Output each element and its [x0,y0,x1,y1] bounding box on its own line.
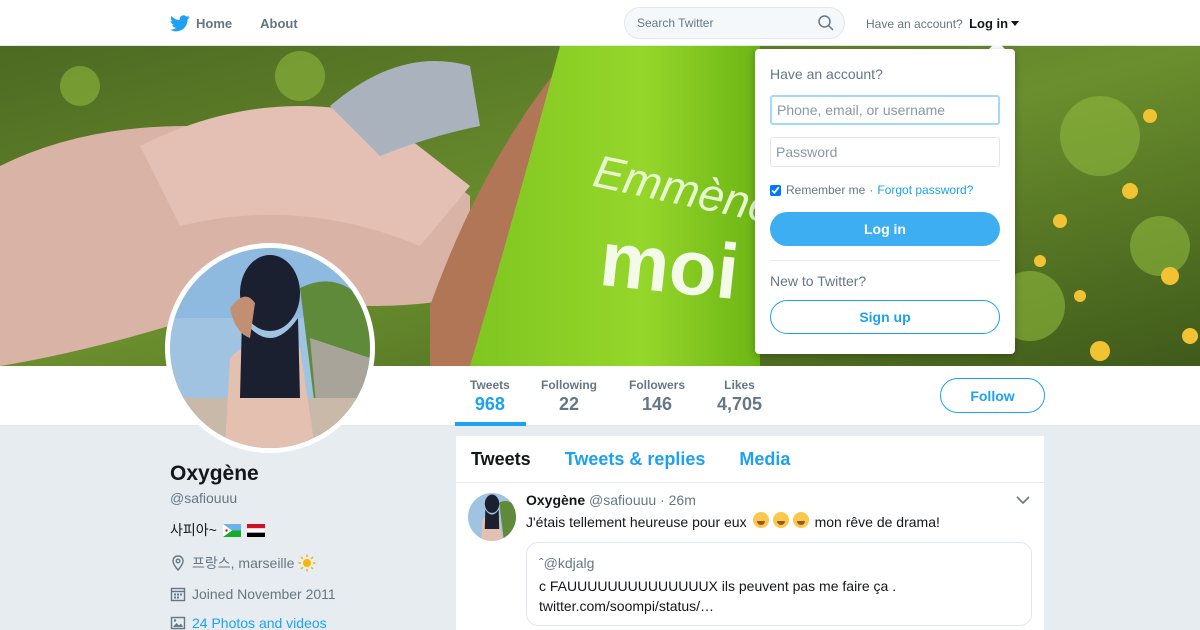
nav-home-label: Home [196,15,233,31]
profile-name[interactable]: Oxygène [170,462,430,486]
remember-separator: · [869,183,874,197]
username-field[interactable] [770,95,1000,125]
stat-tweets-value: 968 [474,394,505,414]
photo-icon [170,616,186,630]
active-stat-underline [455,422,526,426]
bottle-text-line2: moi [596,214,743,316]
login-link-label: Log in [969,16,1009,31]
profile-location-text: 프랑스, marseille [192,555,295,571]
caret-down-icon [1011,21,1020,26]
location-pin-icon [172,555,184,571]
crying-emoji-icon [751,512,811,531]
stat-followers-label: Followers [629,378,686,392]
stat-following-value: 22 [558,394,580,414]
nav-left: Home About [170,0,326,46]
remember-me-checkbox[interactable] [770,184,781,196]
twitter-bird-icon [170,14,190,31]
tweet-avatar-image [468,493,516,541]
tweet-avatar[interactable] [468,493,516,541]
profile-handle[interactable]: @safiouuu [170,490,430,506]
tweet-header: Oxygène @safiouuu · 26m [526,492,696,508]
timeline: Tweets Tweets & replies Media Oxygène @s… [456,436,1044,630]
tweet-author-handle[interactable]: @safiouuu [589,492,656,508]
profile-photos-text: 24 Photos and videos [192,615,327,630]
tweet-author-name[interactable]: Oxygène [526,492,585,508]
tweet[interactable]: Oxygène @safiouuu · 26m J'étais tellemen… [456,483,1044,630]
stat-following-label: Following [541,378,597,392]
search-input[interactable] [625,8,805,38]
tweet-text-before: J'étais tellement heureuse pour eux [526,513,747,530]
profile-bio-text: 사피아~ [170,522,217,538]
signup-button[interactable]: Sign up [770,300,1000,334]
profile-joined-text: Joined November 2011 [192,586,336,602]
profile-avatar[interactable] [165,243,375,453]
login-button[interactable]: Log in [770,212,1000,246]
dropdown-divider [770,260,1000,261]
stat-followers[interactable]: Followers 146 [629,378,685,415]
profile-joined: Joined November 2011 [170,586,430,602]
search-box [624,7,845,39]
tab-tweets[interactable]: Tweets [471,449,531,470]
tweet-timestamp[interactable]: · 26m [660,492,696,508]
yemen-flag-icon [246,523,265,537]
password-field[interactable] [770,137,1000,167]
login-dropdown: Have an account? Remember me · Forgot pa… [755,49,1015,354]
tab-tweets-and-replies[interactable]: Tweets & replies [565,449,706,470]
djibouti-flag-icon [222,523,241,537]
top-navigation-bar: Home About Have an account? Log in [0,0,1200,46]
nav-about-label: About [260,15,298,31]
profile-location: 프랑스, marseille [170,553,430,573]
quoted-tweet-handle: ˆ@kdjalg [539,555,595,571]
profile-bio: 사피아~ [170,520,430,540]
avatar-photo [170,248,370,448]
stat-followers-value: 146 [641,394,673,414]
login-dropdown-toggle[interactable]: Log in [969,16,1020,31]
calendar-icon [170,587,186,602]
stat-likes-label: Likes [724,378,755,392]
remember-me-row: Remember me · Forgot password? [770,183,973,197]
avatar-image [170,248,370,448]
nav-home-link[interactable]: Home [170,14,233,32]
new-to-twitter-text: New to Twitter? [770,273,867,289]
stat-tweets-label: Tweets [470,378,510,392]
nav-about-link[interactable]: About [260,16,298,31]
tweet-text-after: mon rêve de drama! [814,513,940,530]
have-account-area: Have an account? Log in [866,16,1020,31]
login-dropdown-title: Have an account? [770,66,883,82]
remember-me-label[interactable]: Remember me [786,183,865,197]
profile-photos-link[interactable]: 24 Photos and videos [170,615,430,630]
timeline-tabs: Tweets Tweets & replies Media [456,436,1044,483]
forgot-password-link[interactable]: Forgot password? [877,183,973,197]
stat-tweets[interactable]: Tweets 968 [470,378,510,415]
stat-following[interactable]: Following 22 [541,378,597,415]
profile-info-card: Oxygène @safiouuu 사피아~ 프랑스, marseille Jo… [170,462,430,630]
search-icon[interactable] [818,15,834,31]
follow-button[interactable]: Follow [940,378,1045,413]
chevron-down-icon[interactable] [1016,495,1030,505]
tab-media[interactable]: Media [739,449,790,470]
quoted-tweet-text: c FAUUUUUUUUUUUUUUX ils peuvent pas me f… [539,578,897,614]
tweet-text: J'étais tellement heureuse pour eux mon … [526,512,940,531]
stat-likes[interactable]: Likes 4,705 [717,378,762,415]
quoted-tweet[interactable]: ˆ@kdjalg c FAUUUUUUUUUUUUUUX ils peuvent… [526,542,1032,626]
stat-likes-value: 4,705 [717,394,763,414]
have-account-text: Have an account? [866,17,963,31]
sun-icon [298,554,316,572]
